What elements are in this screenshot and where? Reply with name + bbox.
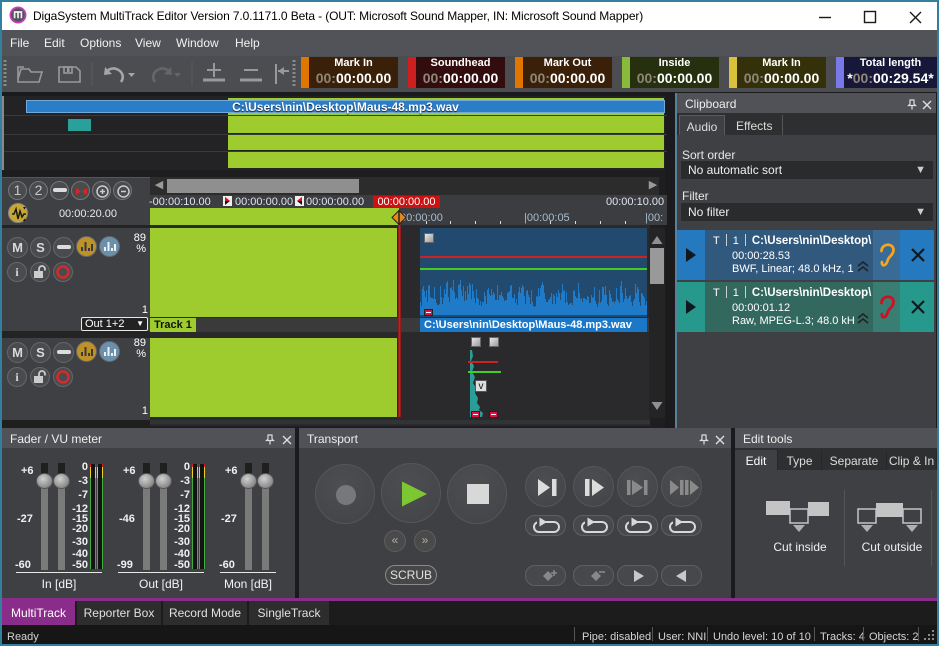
svg-text:|00:: |00: xyxy=(645,212,663,224)
svg-text:|00:00:05: |00:00:05 xyxy=(524,212,570,224)
